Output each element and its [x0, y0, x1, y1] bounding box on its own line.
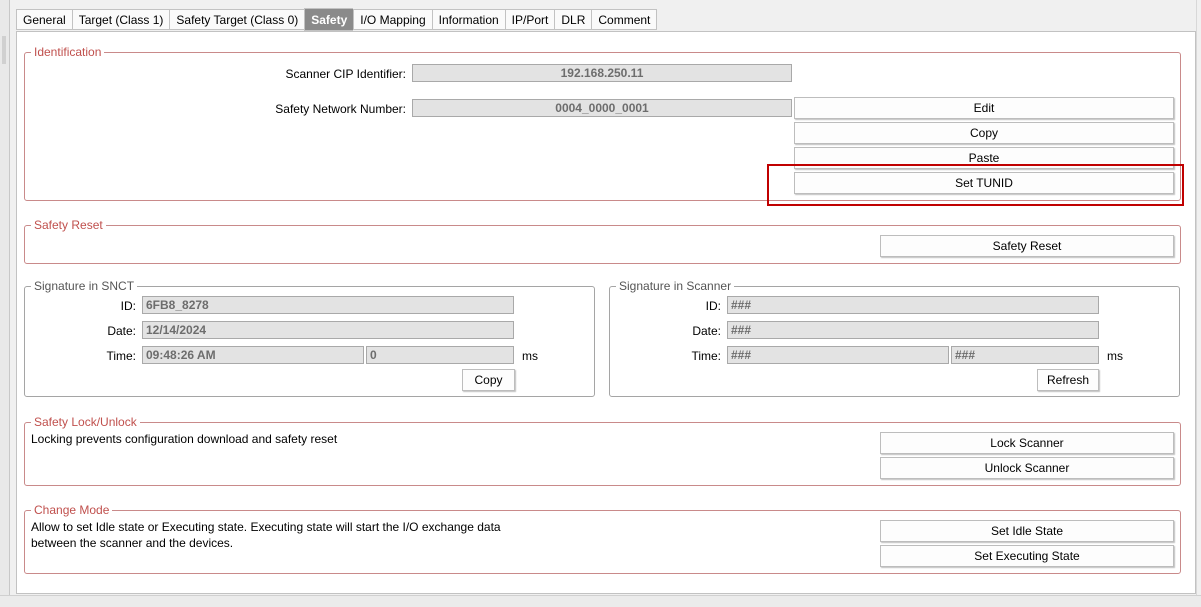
- change-mode-description-line1: Allow to set Idle state or Executing sta…: [31, 520, 501, 534]
- scanner-time-label: Time:: [691, 349, 721, 363]
- safety-reset-title: Safety Reset: [31, 218, 106, 232]
- scanner-date-label: Date:: [692, 324, 721, 338]
- tab-target-class1[interactable]: Target (Class 1): [71, 9, 170, 30]
- signature-scanner-title: Signature in Scanner: [616, 279, 735, 293]
- snct-id-label: ID:: [120, 299, 136, 313]
- change-mode-description-line2: between the scanner and the devices.: [31, 536, 234, 550]
- signature-snct-title: Signature in SNCT: [31, 279, 138, 293]
- snct-time-label: Time:: [106, 349, 136, 363]
- snn-label: Safety Network Number:: [275, 102, 406, 116]
- snct-time-field: 09:48:26 AM: [142, 346, 364, 364]
- snct-copy-button[interactable]: Copy: [462, 369, 515, 391]
- edit-button[interactable]: Edit: [794, 97, 1174, 119]
- snct-date-field: 12/14/2024: [142, 321, 514, 339]
- tab-ip-port[interactable]: IP/Port: [504, 9, 555, 30]
- scanner-id-field: ###: [727, 296, 1099, 314]
- identification-title: Identification: [31, 45, 105, 59]
- scanner-ms-field: ###: [951, 346, 1099, 364]
- scanner-time-field: ###: [727, 346, 949, 364]
- highlight-box: [767, 164, 1184, 206]
- scanner-date-field: ###: [727, 321, 1099, 339]
- tab-safety[interactable]: Safety: [304, 8, 354, 31]
- lock-scanner-button[interactable]: Lock Scanner: [880, 432, 1174, 454]
- left-panel-edge: [0, 0, 10, 606]
- tab-safety-target-class0[interactable]: Safety Target (Class 0): [169, 9, 305, 30]
- tab-information[interactable]: Information: [431, 9, 505, 30]
- set-executing-state-button[interactable]: Set Executing State: [880, 545, 1174, 567]
- tab-general[interactable]: General: [16, 9, 72, 30]
- copy-snn-button[interactable]: Copy: [794, 122, 1174, 144]
- snct-ms-unit: ms: [522, 349, 538, 363]
- right-window-edge: [1196, 0, 1201, 595]
- refresh-button[interactable]: Refresh: [1037, 369, 1099, 391]
- tab-io-mapping[interactable]: I/O Mapping: [353, 9, 432, 30]
- lock-description: Locking prevents configuration download …: [31, 432, 338, 446]
- scanner-cip-field: 192.168.250.11: [412, 64, 792, 82]
- tab-comment[interactable]: Comment: [591, 9, 658, 30]
- change-mode-title: Change Mode: [31, 503, 113, 517]
- snct-ms-field: 0: [366, 346, 514, 364]
- tab-strip: General Target (Class 1) Safety Target (…: [16, 8, 658, 31]
- unlock-scanner-button[interactable]: Unlock Scanner: [880, 457, 1174, 479]
- bottom-status-strip: [0, 595, 1201, 607]
- snct-date-label: Date:: [107, 324, 136, 338]
- tab-dlr[interactable]: DLR: [554, 9, 592, 30]
- safety-lock-title: Safety Lock/Unlock: [31, 415, 140, 429]
- scanner-ms-unit: ms: [1107, 349, 1123, 363]
- snct-id-field: 6FB8_8278: [142, 296, 514, 314]
- scanner-cip-label: Scanner CIP Identifier:: [285, 67, 406, 81]
- safety-reset-button[interactable]: Safety Reset: [880, 235, 1174, 257]
- scanner-id-label: ID:: [705, 299, 721, 313]
- panel-splitter-grip[interactable]: [2, 36, 6, 64]
- set-idle-state-button[interactable]: Set Idle State: [880, 520, 1174, 542]
- snn-field: 0004_0000_0001: [412, 99, 792, 117]
